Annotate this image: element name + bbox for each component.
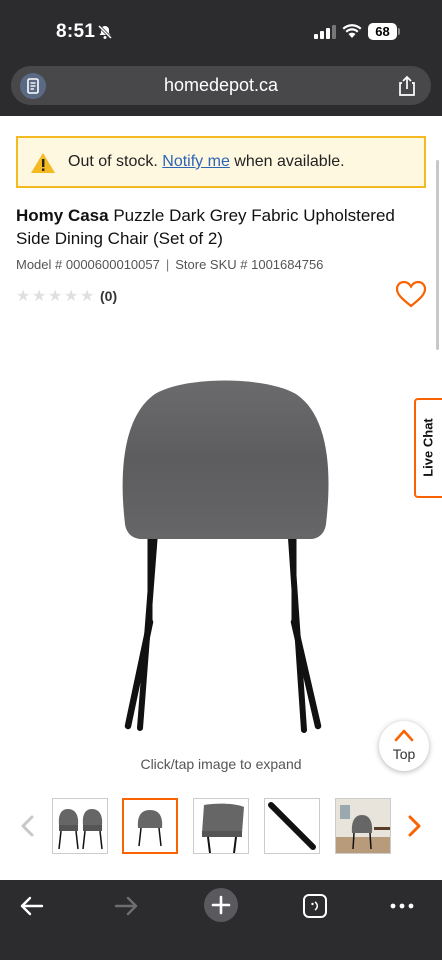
live-chat-button[interactable]: Live Chat: [414, 398, 442, 498]
url-text[interactable]: homedepot.ca: [11, 66, 431, 105]
warning-icon: [31, 153, 55, 173]
star-icon: ★: [16, 288, 31, 305]
status-bar: 8:51 68: [0, 0, 442, 62]
thumbnail-pair-front[interactable]: [52, 798, 108, 854]
chevron-up-icon: [394, 729, 414, 742]
reader-icon[interactable]: [20, 73, 46, 99]
wifi-icon: [342, 24, 362, 38]
alert-prefix: Out of stock.: [68, 153, 163, 170]
more-icon[interactable]: [388, 892, 416, 920]
battery-tip: [398, 28, 400, 35]
star-icon: ★: [80, 288, 95, 305]
out-of-stock-alert: Out of stock. Notify me when available.: [16, 136, 426, 188]
rating-count[interactable]: (0): [100, 288, 117, 304]
expand-hint: Click/tap image to expand: [140, 756, 302, 772]
star-icon: ★: [48, 288, 63, 305]
product-image[interactable]: [100, 374, 350, 744]
bell-off-icon: [97, 24, 113, 40]
notify-me-link[interactable]: Notify me: [162, 153, 230, 170]
tabs-icon[interactable]: [301, 892, 329, 920]
scrollbar[interactable]: [436, 160, 439, 350]
heart-icon[interactable]: [395, 280, 427, 308]
store-sku: Store SKU # 1001684756: [175, 257, 324, 272]
product-title: Homy Casa Puzzle Dark Grey Fabric Uphols…: [16, 204, 426, 250]
rating-stars[interactable]: ★ ★ ★ ★ ★: [16, 288, 96, 305]
separator: |: [165, 257, 170, 272]
signal-icon: [314, 25, 336, 39]
browser-toolbar: [0, 880, 442, 960]
alert-message: Out of stock. Notify me when available.: [68, 138, 345, 186]
new-tab-icon[interactable]: [204, 888, 238, 922]
alert-suffix: when available.: [229, 153, 345, 170]
model-number: Model # 0000600010057: [16, 257, 160, 272]
clock: 8:51: [56, 21, 96, 42]
thumbnail-back-view[interactable]: [122, 798, 178, 854]
thumbnail-side-view[interactable]: [193, 798, 249, 854]
chevron-right-icon[interactable]: [404, 815, 424, 837]
thumbnail-room-scene[interactable]: [335, 798, 391, 854]
browser-chrome-top: 8:51 68 homedepot.ca: [0, 0, 442, 116]
product-brand[interactable]: Homy Casa: [16, 206, 109, 225]
star-icon: ★: [32, 288, 47, 305]
web-content: Out of stock. Notify me when available. …: [0, 116, 442, 880]
forward-icon[interactable]: [112, 892, 140, 920]
thumbnail-carousel: [0, 796, 442, 856]
battery-level: 68: [368, 23, 397, 40]
thumbnail-leg-detail[interactable]: [264, 798, 320, 854]
star-icon: ★: [64, 288, 79, 305]
battery-icon: 68: [368, 23, 400, 40]
share-icon[interactable]: [397, 75, 417, 97]
product-identifiers: Model # 0000600010057 | Store SKU # 100168…: [16, 257, 323, 272]
live-chat-label: Live Chat: [420, 418, 436, 477]
chevron-left-icon[interactable]: [18, 815, 38, 837]
back-icon[interactable]: [18, 892, 46, 920]
page: 8:51 68 homedepot.ca Out of stock. Notif…: [0, 0, 442, 960]
address-bar[interactable]: homedepot.ca: [11, 66, 431, 105]
